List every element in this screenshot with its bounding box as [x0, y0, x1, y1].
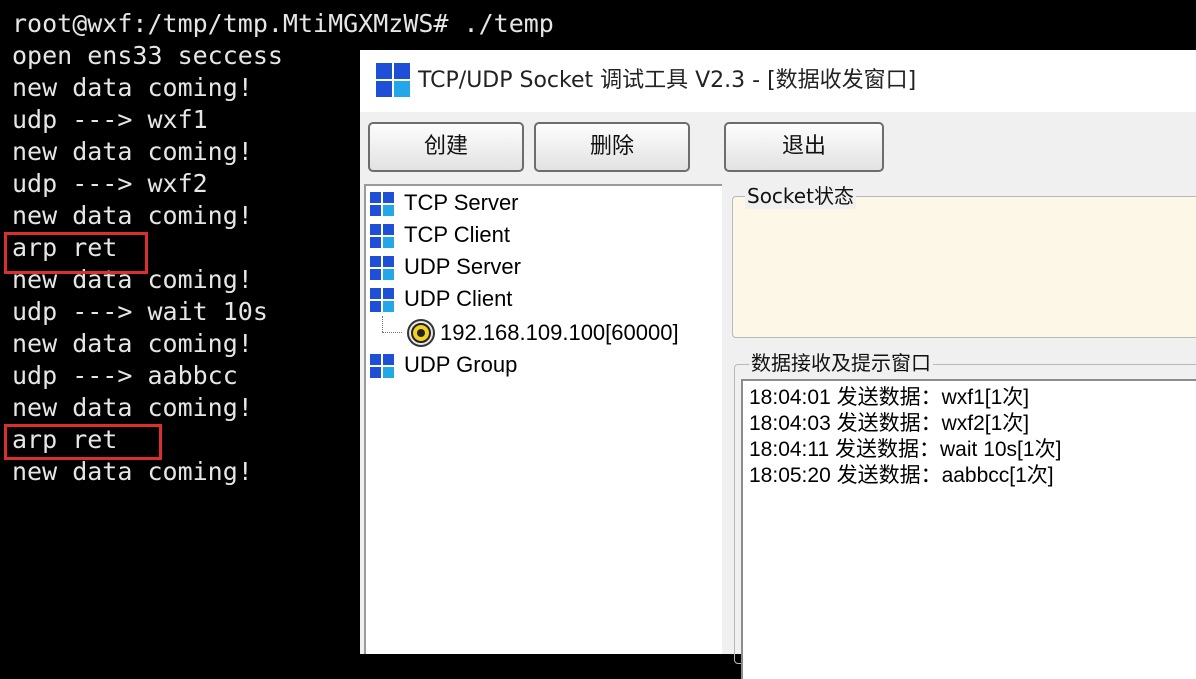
terminal-line: udp ---> wxf1 [12, 105, 208, 134]
terminal-line: new data coming! [12, 457, 253, 486]
grid-icon [370, 192, 394, 216]
grid-icon [376, 63, 410, 97]
target-icon [407, 319, 435, 347]
tree-item-label: 192.168.109.100[60000] [440, 320, 679, 345]
grid-icon [370, 256, 394, 280]
create-button[interactable]: 创建 [368, 122, 524, 172]
grid-icon [370, 224, 394, 248]
terminal-line: udp ---> wait 10s [12, 297, 268, 326]
tree-item-label: TCP Client [404, 222, 510, 247]
terminal-line: new data coming! [12, 393, 253, 422]
receive-window-panel: 数据接收及提示窗口 18:04:01 发送数据：wxf1[1次] 18:04:0… [734, 350, 1196, 679]
highlight-box [4, 232, 148, 274]
terminal-line: root@wxf:/tmp/tmp.MtiMGXMzWS# ./temp [12, 9, 554, 38]
log-line: 18:04:03 发送数据：wxf2[1次] [749, 412, 1030, 435]
grid-icon [370, 288, 394, 312]
socket-tool-window: TCP/UDP Socket 调试工具 V2.3 - [数据收发窗口] 创建 删… [360, 50, 1196, 679]
tree-item-label: UDP Server [404, 254, 521, 279]
socket-status-legend: Socket状态 [745, 183, 856, 209]
terminal-line: udp ---> aabbcc [12, 361, 238, 390]
receive-log[interactable]: 18:04:01 发送数据：wxf1[1次] 18:04:03 发送数据：wxf… [741, 379, 1196, 679]
socket-tree: TCP Server TCP Client UDP Server UDP Cli… [364, 184, 722, 654]
tree-item-label: UDP Group [404, 352, 518, 377]
tree-connector [382, 316, 383, 332]
terminal-line: udp ---> wxf2 [12, 169, 208, 198]
tree-item-label: UDP Client [404, 286, 513, 311]
window-title: TCP/UDP Socket 调试工具 V2.3 - [数据收发窗口] [418, 68, 917, 93]
terminal-line: new data coming! [12, 329, 253, 358]
socket-status-panel: Socket状态 [732, 183, 1196, 338]
log-line: 18:04:01 发送数据：wxf1[1次] [749, 386, 1030, 409]
highlight-box [4, 424, 162, 460]
terminal-line: new data coming! [12, 73, 253, 102]
delete-button[interactable]: 删除 [534, 122, 690, 172]
log-line: 18:04:11 发送数据：wait 10s[1次] [749, 438, 1062, 461]
exit-button[interactable]: 退出 [724, 122, 884, 172]
terminal-line: open ens33 seccess [12, 41, 283, 70]
log-line: 18:05:20 发送数据：aabbcc[1次] [749, 464, 1054, 487]
tree-connector [382, 332, 402, 333]
title-bar: TCP/UDP Socket 调试工具 V2.3 - [数据收发窗口] [360, 50, 1196, 112]
tree-item-label: TCP Server [404, 190, 519, 215]
grid-icon [370, 354, 394, 378]
receive-window-legend: 数据接收及提示窗口 [749, 350, 933, 376]
terminal-line: new data coming! [12, 201, 253, 230]
terminal-line: new data coming! [12, 137, 253, 166]
